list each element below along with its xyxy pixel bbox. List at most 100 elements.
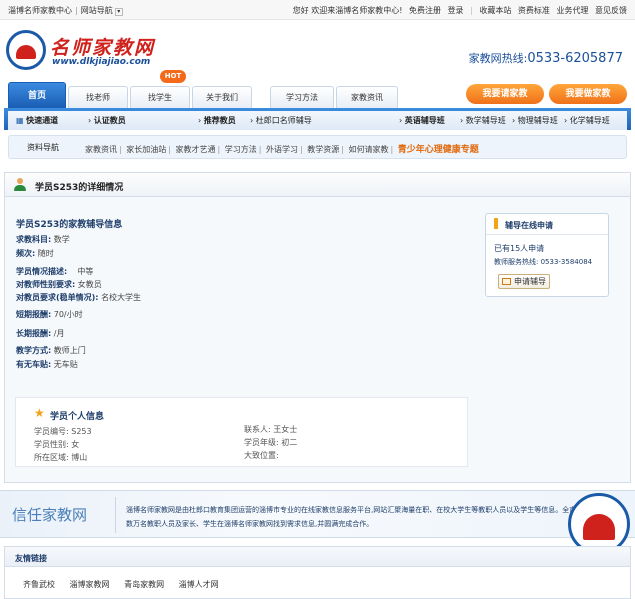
apply-divider: [486, 234, 608, 235]
resource-link-highlight[interactable]: 青少年心理健康专题: [398, 145, 479, 155]
top-bar: 淄博名师家教中心 | 网站导航 ▾ 您好 欢迎来淄博名师家教中心! 免费注册 登录 |…: [0, 0, 635, 20]
info-car-allowance-key: 有无车贴:: [16, 360, 52, 369]
student-section-title: 学员S253的详细情况: [35, 183, 124, 193]
main-nav: 首页 找老师 找学生 HOT 关于我们 学习方法 家教资讯 我要请家教 我要做家…: [0, 70, 635, 108]
info-long-pay-key: 长期报酬:: [16, 329, 52, 338]
resource-link[interactable]: 家教才艺通: [176, 145, 216, 154]
resource-nav-title: 资料导航: [27, 143, 59, 152]
request-tutor-button[interactable]: 我要请家教: [466, 84, 544, 104]
hotline-number: 0533-6205877: [527, 51, 623, 66]
category-fast-channel[interactable]: ▦ 快速通道: [16, 115, 58, 126]
personal-info-card: ★ 学员个人信息 学员编号: S253 学员性别: 女 所在区域: 博山 联系人…: [15, 397, 468, 467]
apply-marker-icon: [494, 218, 498, 229]
personal-info-title: 学员个人信息: [50, 412, 105, 422]
friend-links-header: 友情链接: [5, 547, 630, 567]
register-link[interactable]: 免费注册: [409, 6, 441, 15]
nav-tab-find-teacher[interactable]: 找老师: [68, 86, 128, 108]
user-icon: [13, 178, 27, 192]
category-certified-label: 认证教员: [93, 116, 126, 125]
student-section-header: 学员S253的详细情况: [4, 172, 631, 197]
personal-id: 学员编号: S253: [34, 427, 92, 436]
category-chemistry-label: 化学辅导班: [569, 116, 610, 125]
friend-link[interactable]: 青岛家教网: [124, 580, 164, 589]
fee-standard-link[interactable]: 资费标准: [518, 6, 550, 15]
hotline: 家教网热线:0533-6205877: [469, 50, 623, 66]
category-recommended-label: 推荐教员: [203, 116, 236, 125]
star-icon: ★: [34, 406, 45, 420]
top-bar-left: 淄博名师家教中心 | 网站导航 ▾: [8, 5, 123, 16]
nav-tab-about[interactable]: 关于我们: [192, 86, 252, 108]
info-long-pay-value: /月: [53, 329, 65, 338]
info-short-pay-value: 70/小时: [53, 310, 83, 319]
feedback-link[interactable]: 意见反馈: [595, 6, 627, 15]
info-car-allowance-value: 无车贴: [53, 360, 78, 369]
category-recommended[interactable]: › 推荐教员: [198, 115, 236, 126]
site-nav-dropdown[interactable]: 网站导航: [81, 6, 113, 15]
chevron-down-icon[interactable]: ▾: [114, 8, 123, 16]
friend-link[interactable]: 淄博人才网: [179, 580, 219, 589]
info-status-key: 学员情况描述:: [16, 267, 68, 276]
resource-nav-links: 家教资讯 | 家长加油站 | 家教才艺通 | 学习方法 | 外语学习 | 教学资源 | 如何…: [85, 145, 479, 155]
info-gender-req-value: 女教员: [77, 280, 102, 289]
top-bar-right: 您好 欢迎来淄博名师家教中心! 免费注册 登录 | 收藏本站 资费标准 业务代理…: [292, 6, 627, 15]
info-subject: 求教科目: 数学: [16, 234, 70, 245]
nav-tab-find-student[interactable]: 找学生: [130, 86, 190, 108]
category-math[interactable]: › 数学辅导班: [460, 115, 506, 126]
category-certified[interactable]: › 认证教员: [88, 115, 126, 126]
category-chemistry[interactable]: › 化学辅导班: [564, 115, 610, 126]
info-teaching-mode-value: 教师上门: [53, 346, 86, 355]
info-short-pay: 短期报酬: 70/小时: [16, 309, 83, 320]
personal-grade: 学员年级: 初二: [244, 438, 298, 447]
favorite-link[interactable]: 收藏本站: [479, 6, 511, 15]
info-teaching-mode-key: 教学方式:: [16, 346, 52, 355]
trust-brand: 信任家教网: [12, 506, 88, 524]
resource-link[interactable]: 如何请家教: [349, 145, 389, 154]
site-name-link[interactable]: 淄博名师家教中心: [8, 6, 72, 15]
welcome-text: 您好 欢迎来淄博名师家教中心!: [292, 6, 403, 15]
info-subject-key: 求教科目:: [16, 235, 52, 244]
hot-badge: HOT: [160, 70, 186, 83]
friend-link[interactable]: 齐鲁武校: [23, 580, 55, 589]
friend-links-title: 友情链接: [15, 554, 47, 563]
resource-link[interactable]: 家教资讯: [85, 145, 117, 154]
info-gender-req: 对教师性别要求: 女教员: [16, 279, 102, 290]
info-teacher-req: 对教员要求(稳单情况): 名校大学生: [16, 292, 141, 303]
hotline-label: 家教网热线:: [468, 52, 528, 65]
site-logo[interactable]: 名师家教网 www.dlkjiajiao.com: [6, 30, 156, 72]
friend-link[interactable]: 淄博家教网: [70, 580, 110, 589]
category-physics-label: 物理辅导班: [517, 116, 558, 125]
personal-contact: 联系人: 王女士: [244, 425, 298, 434]
personal-location: 大致位置:: [244, 451, 279, 460]
resource-link[interactable]: 家长加油站: [126, 145, 166, 154]
personal-gender: 学员性别: 女: [34, 440, 80, 449]
become-tutor-label: 我要做家教: [565, 89, 611, 99]
category-math-label: 数学辅导班: [465, 116, 506, 125]
resource-link[interactable]: 教学资源: [307, 145, 339, 154]
friend-links: 友情链接 齐鲁武校 淄博家教网 青岛家教网 淄博人才网: [4, 546, 631, 599]
info-short-pay-key: 短期报酬:: [16, 310, 52, 319]
friend-links-list: 齐鲁武校 淄博家教网 青岛家教网 淄博人才网: [23, 579, 231, 590]
info-status: 学员情况描述: 中等: [16, 266, 93, 277]
login-link[interactable]: 登录: [448, 6, 464, 15]
info-status-value: 中等: [77, 267, 94, 276]
become-tutor-button[interactable]: 我要做家教: [549, 84, 627, 104]
resource-link[interactable]: 学习方法: [225, 145, 257, 154]
resource-link[interactable]: 外语学习: [266, 145, 298, 154]
trust-banner: 信任家教网 淄博名师家教网是由杜郎口教育集团运营的淄博市专业的在线家教信息服务平…: [0, 490, 635, 555]
info-car-allowance: 有无车贴: 无车贴: [16, 359, 78, 370]
category-duxiangkou[interactable]: › 杜郎口名师辅导: [250, 115, 312, 126]
trust-description: 淄博名师家教网是由杜郎口教育集团运营的淄博市专业的在线家教信息服务平台,网站汇聚…: [126, 506, 591, 528]
apply-button[interactable]: 申请辅导: [498, 274, 550, 289]
nav-tab-home[interactable]: 首页: [8, 82, 66, 108]
category-bar-inner: ▦ 快速通道 › 认证教员 › 推荐教员 › 杜郎口名师辅导 › 英语辅导班 ›…: [8, 111, 627, 130]
category-english-label: 英语辅导班: [404, 116, 445, 125]
nav-tab-study-methods[interactable]: 学习方法: [270, 86, 334, 108]
nav-tab-tutoring-news[interactable]: 家教资讯: [336, 86, 398, 108]
logo-name: 名师家教网: [50, 37, 156, 59]
agent-link[interactable]: 业务代理: [556, 6, 588, 15]
category-physics[interactable]: › 物理辅导班: [512, 115, 558, 126]
tutoring-info-heading: 学员S253的家教辅导信息: [16, 220, 123, 230]
category-fast-label: 快速通道: [26, 116, 59, 125]
resource-nav: 资料导航 家教资讯 | 家长加油站 | 家教才艺通 | 学习方法 | 外语学习 | 教学资…: [8, 135, 627, 159]
category-english[interactable]: › 英语辅导班: [399, 115, 445, 126]
